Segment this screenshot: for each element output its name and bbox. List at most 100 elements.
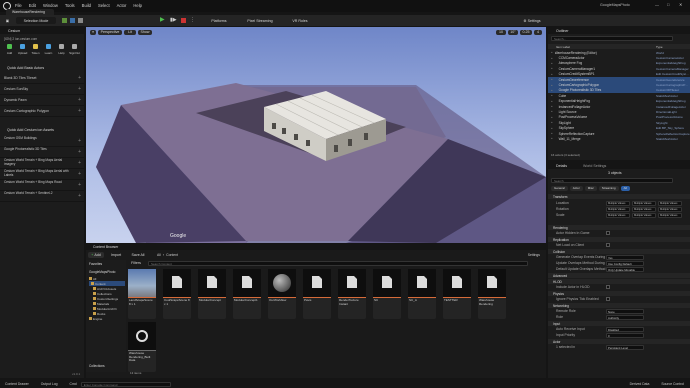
outliner-search[interactable]: Search... [551,36,673,41]
visibility-eye-icon[interactable]: ● [551,73,553,76]
asset-tile[interactable]: Warehouse Rendering_Built Data [128,322,156,372]
collections-header[interactable]: Collections [89,364,105,368]
visibility-eye-icon[interactable]: ● [551,116,553,119]
menu-help[interactable]: Help [133,3,142,8]
asset-tile[interactable]: TESTTER [443,269,471,319]
visibility-eye-icon[interactable]: ● [551,67,553,70]
menu-tools[interactable]: Tools [65,3,75,8]
outliner-row[interactable]: ● CesiumGeoreference CesiumGeoreference [548,76,690,83]
outliner-row[interactable]: ● InstancedFoliageActor InstancedFoliageAc… [548,104,690,109]
outliner-row[interactable]: ● SphereReflectionCapture SphereReflection… [548,131,690,136]
details-prop-checkbox[interactable] [606,285,610,289]
basic-actor-item[interactable]: Cesium Cartographic Polygon + [0,106,84,117]
scale-field[interactable]: Multiple Values [632,212,656,218]
visibility-eye-icon[interactable]: ● [551,127,553,130]
visibility-eye-icon[interactable]: ● [551,84,553,87]
filters-button[interactable]: Filters [128,261,144,266]
favorites-header[interactable]: Favorites [89,262,102,266]
derived-data-button[interactable]: Derived Data [630,382,650,386]
outliner-col-label[interactable]: Item Label [556,45,570,49]
outliner-row[interactable]: ● ExponentialHeightFog ExponentialHeightFo… [548,99,690,104]
visibility-eye-icon[interactable]: ● [551,121,553,124]
location-field[interactable]: Multiple Values [658,200,682,206]
cmd-button[interactable]: Cmd [70,382,77,386]
minimize-button[interactable]: — [655,2,659,7]
breadcrumb-content[interactable]: Content [166,253,178,257]
details-filter-general[interactable]: General [551,185,568,191]
details-search[interactable]: Search [551,178,673,183]
asset-tile[interactable]: ModularConcept1 [233,269,261,319]
token-button[interactable]: Token [29,43,42,57]
content-drawer-button[interactable]: Content Drawer [5,382,29,386]
details-prop-field[interactable]: Disabled [606,326,644,332]
visibility-eye-icon[interactable]: ● [551,137,553,140]
translate-snap-button[interactable]: 10 [496,29,506,35]
scale-field[interactable]: Multiple Values [606,212,630,218]
lit-button[interactable]: Lit [124,29,136,35]
rotate-snap-button[interactable]: 10° [508,29,518,35]
console-input[interactable]: Enter Console Command [80,381,171,387]
viewport[interactable]: ≡ Perspective Lit Show 10 10° 0.25 4 Goo… [86,27,546,243]
menu-edit[interactable]: Edit [29,3,36,8]
asset-tile[interactable]: SC [373,269,401,319]
outliner-row[interactable]: ● WarehouseRendering (Editor) World [548,50,690,55]
add-item-icon[interactable]: + [78,138,81,144]
details-section-header[interactable]: Advanced [548,273,690,278]
details-prop-field[interactable]: Only Update Movable [606,266,644,272]
add-item-icon[interactable]: + [78,108,81,114]
asset-tile[interactable]: SC_A [408,269,436,319]
asset-tile[interactable]: OurWorkflow [268,269,296,319]
details-prop-checkbox[interactable] [606,297,610,301]
details-prop-field[interactable]: Use Config Default [606,260,644,266]
outliner-row[interactable]: ● SkySphere Edit BP_Sky_Sphere [548,125,690,130]
basic-actor-item[interactable]: Dynamic Pawn + [0,95,84,106]
perspective-button[interactable]: Perspective [98,29,122,35]
help-button[interactable]: Help [55,43,68,57]
menu-actor[interactable]: Actor [117,3,127,8]
ion-asset-item[interactable]: Cesium World Terrain + Bing Maps Road + [0,180,84,191]
blueprint-icon[interactable] [70,18,75,23]
maximize-button[interactable]: □ [667,2,669,7]
visibility-eye-icon[interactable]: ● [551,57,553,60]
output-log-button[interactable]: Output Log [41,382,58,386]
details-filter-actor[interactable]: Actor [569,185,583,191]
add-item-icon[interactable]: + [78,75,81,81]
asset-tile[interactable]: CoolScapeScene 8 x 1 [163,269,191,319]
add-button[interactable]: Add [3,43,16,57]
rotation-field[interactable]: Multiple Values [658,206,682,212]
asset-tile[interactable]: Pavis [303,269,331,319]
save-all-button[interactable]: Save All [128,252,148,258]
outliner-tab[interactable]: Outliner [548,27,690,34]
details-prop-field[interactable]: 0 [606,332,644,338]
close-button[interactable]: ✕ [679,2,682,7]
ion-asset-item[interactable]: Cesium OSM Buildings + [0,136,84,147]
ion-asset-item[interactable]: Cesium World Terrain + Bing Maps Aerial … [0,169,84,180]
details-prop-checkbox[interactable] [606,243,610,247]
outliner-row[interactable]: ● Cube StaticMeshActor [548,93,690,98]
details-filter-streaming[interactable]: Streaming [598,185,619,191]
scale-field[interactable]: Multiple Values [658,212,682,218]
upload-button[interactable]: Upload [16,43,29,57]
ion-asset-item[interactable]: Cesium World Terrain + Sentinel-2 + [0,191,84,202]
asset-tile[interactable]: RenderTexture Instant [338,269,366,319]
add-item-icon[interactable]: + [78,149,81,155]
add-item-icon[interactable]: + [78,160,81,166]
visibility-eye-icon[interactable]: ● [551,100,553,103]
visibility-eye-icon[interactable]: ● [551,62,553,65]
cesium-tab[interactable]: Cesium [0,27,84,34]
location-field[interactable]: Multiple Values [632,200,656,206]
stop-button[interactable] [181,18,186,23]
visibility-eye-icon[interactable]: ● [551,89,553,92]
pixel-streaming-button[interactable]: Pixel Streaming [240,17,280,24]
details-prop-field[interactable]: Yes [606,254,644,260]
details-prop-checkbox[interactable] [606,231,610,235]
add-item-icon[interactable]: + [78,97,81,103]
outliner-row[interactable]: ● CesiumCameraManager1 CesiumCameraManager [548,66,690,71]
outliner-row[interactable]: ● PostProcessVolume PostProcessVolume [548,115,690,120]
visibility-eye-icon[interactable]: ● [551,132,553,135]
add-content-icon[interactable] [62,18,67,23]
outliner-col-type[interactable]: Type [656,45,690,49]
learn-button[interactable]: Learn [42,43,55,57]
step-button[interactable]: ▮▶ [170,17,177,24]
asset-tile[interactable]: Warehouse Rendering [478,269,506,319]
